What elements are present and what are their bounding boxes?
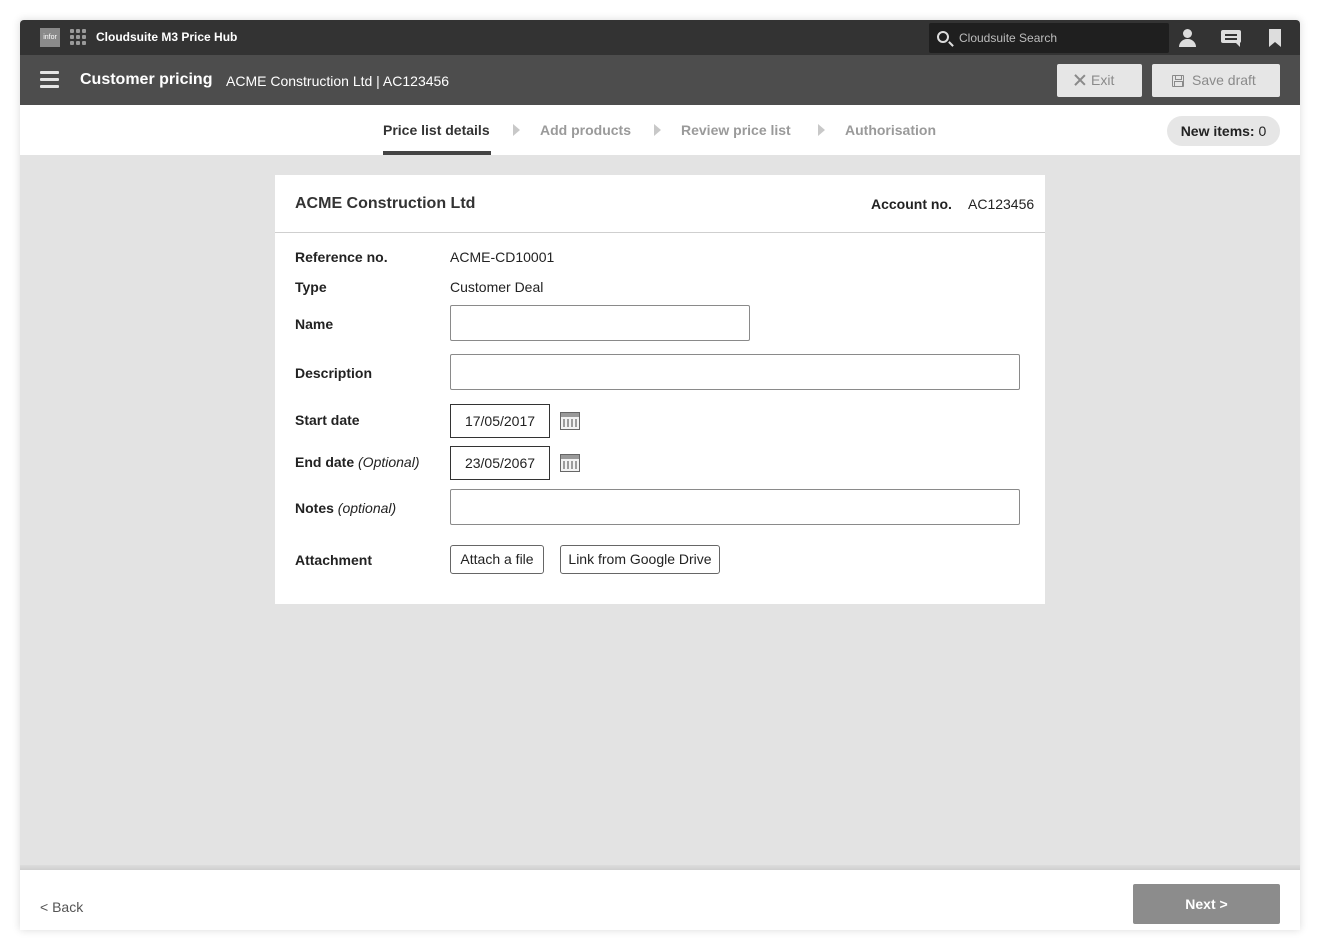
step-review-price-list[interactable]: Review price list xyxy=(681,122,791,138)
start-date-label: Start date xyxy=(295,412,360,428)
account-number-label: Account no. xyxy=(871,196,952,212)
new-items-badge[interactable]: New items: 0 xyxy=(1167,116,1280,146)
calendar-icon[interactable] xyxy=(560,454,580,472)
step-add-products[interactable]: Add products xyxy=(540,122,631,138)
attachment-label: Attachment xyxy=(295,552,373,568)
exit-button[interactable]: Exit xyxy=(1057,64,1142,97)
search-input[interactable] xyxy=(959,23,1164,53)
page-title: Customer pricing xyxy=(80,71,213,88)
app-title: Cloudsuite M3 Price Hub xyxy=(96,30,238,44)
back-link[interactable]: < Back xyxy=(40,899,83,915)
name-input[interactable] xyxy=(450,305,750,341)
close-icon xyxy=(1074,74,1086,86)
notes-input[interactable] xyxy=(450,489,1020,525)
start-date-input[interactable]: 17/05/2017 xyxy=(450,404,550,438)
end-date-optional: (Optional) xyxy=(358,454,420,470)
user-icon[interactable] xyxy=(1178,28,1198,48)
price-list-details-card: ACME Construction Ltd Account no. AC1234… xyxy=(275,175,1045,604)
description-input[interactable] xyxy=(450,354,1020,390)
calendar-icon[interactable] xyxy=(560,412,580,430)
type-value: Customer Deal xyxy=(450,279,544,295)
description-label: Description xyxy=(295,365,373,381)
step-price-list-details[interactable]: Price list details xyxy=(383,122,490,138)
google-drive-link-button[interactable]: Link from Google Drive xyxy=(560,545,720,574)
bookmark-icon[interactable] xyxy=(1267,28,1287,48)
search-icon xyxy=(937,31,949,43)
reference-label: Reference no. xyxy=(295,249,388,265)
exit-button-label: Exit xyxy=(1091,72,1115,88)
end-date-input[interactable]: 23/05/2067 xyxy=(450,446,550,480)
chevron-right-icon xyxy=(513,124,520,136)
hamburger-menu-icon[interactable] xyxy=(40,71,59,88)
card-header: ACME Construction Ltd Account no. AC1234… xyxy=(275,175,1045,233)
attach-file-button[interactable]: Attach a file xyxy=(450,545,544,574)
new-items-label: New items: xyxy=(1180,123,1255,139)
end-date-label: End date (Optional) xyxy=(295,454,419,470)
notes-label: Notes (optional) xyxy=(295,500,396,516)
app-window: infor Cloudsuite M3 Price Hub Customer p… xyxy=(20,20,1300,930)
app-launcher-icon[interactable] xyxy=(70,29,86,45)
name-label: Name xyxy=(295,316,334,332)
account-number-value: AC123456 xyxy=(968,196,1035,212)
save-draft-label: Save draft xyxy=(1192,72,1256,88)
infor-logo: infor xyxy=(40,28,60,47)
notes-optional: (optional) xyxy=(337,500,397,516)
next-button[interactable]: Next > xyxy=(1133,884,1280,924)
footer-bar: < Back Next > xyxy=(20,870,1300,930)
save-draft-button[interactable]: Save draft xyxy=(1152,64,1280,97)
end-date-label-text: End date xyxy=(295,454,355,470)
step-authorisation[interactable]: Authorisation xyxy=(845,122,936,138)
top-bar: infor Cloudsuite M3 Price Hub xyxy=(20,20,1300,55)
active-step-indicator xyxy=(383,151,491,155)
page-header: Customer pricing ACME Construction Ltd |… xyxy=(20,55,1300,105)
type-label: Type xyxy=(295,279,327,295)
chevron-right-icon xyxy=(818,124,825,136)
reference-value: ACME-CD10001 xyxy=(450,249,555,265)
new-items-count: 0 xyxy=(1258,123,1267,139)
search-box[interactable] xyxy=(929,23,1169,53)
notes-label-text: Notes xyxy=(295,500,334,516)
progress-steps: Price list details Add products Review p… xyxy=(20,105,1300,155)
company-name: ACME Construction Ltd xyxy=(295,195,476,212)
page-subtitle: ACME Construction Ltd | AC123456 xyxy=(226,73,450,89)
chevron-right-icon xyxy=(654,124,661,136)
chat-icon-lines xyxy=(1225,34,1237,40)
save-icon xyxy=(1172,75,1184,87)
